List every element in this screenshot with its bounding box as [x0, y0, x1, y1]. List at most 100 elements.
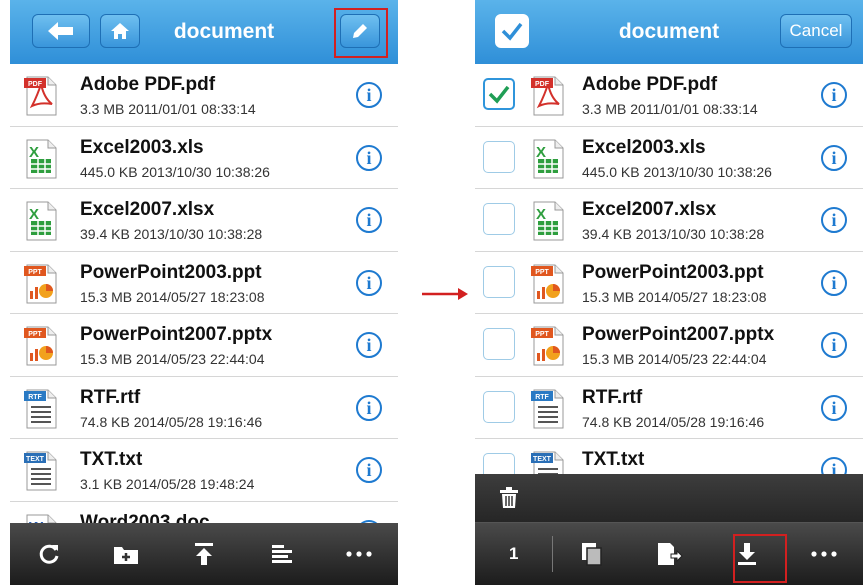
excel-file-icon: X — [24, 139, 58, 179]
copy-button[interactable] — [553, 523, 630, 585]
svg-text:TEXT: TEXT — [533, 456, 552, 463]
cancel-button[interactable]: Cancel — [780, 14, 852, 48]
select-checkbox[interactable] — [483, 78, 515, 110]
file-meta: 39.4 KB 2013/10/30 10:38:28 — [80, 226, 263, 242]
svg-text:X: X — [29, 206, 39, 223]
new-folder-button[interactable] — [88, 523, 166, 585]
file-row[interactable]: PPT PowerPoint2007.pptx 15.3 MB 2014/05/23… — [10, 314, 398, 377]
pdf-file-icon: PDF — [531, 76, 565, 116]
file-row[interactable]: PPT PowerPoint2007.pptx 15.3 MB 2014/05/23… — [475, 314, 863, 377]
file-row[interactable]: PDF Adobe PDF.pdf 3.3 MB 2011/01/01 08:33:… — [475, 64, 863, 127]
file-list: PDF Adobe PDF.pdf 3.3 MB 2011/01/01 08:33:… — [475, 64, 863, 502]
svg-text:PPT: PPT — [535, 269, 549, 276]
selected-count-label: 1 — [508, 544, 519, 563]
refresh-icon — [39, 544, 59, 564]
svg-text:X: X — [536, 144, 546, 161]
info-icon[interactable]: i — [356, 144, 382, 171]
svg-text:RTF: RTF — [28, 394, 42, 401]
file-name: Adobe PDF.pdf — [582, 74, 718, 95]
file-meta: 39.4 KB 2013/10/30 10:38:28 — [582, 226, 765, 242]
file-row[interactable]: PPT PowerPoint2003.ppt 15.3 MB 2014/05/27 … — [10, 251, 398, 314]
info-icon[interactable]: i — [356, 394, 382, 421]
file-meta: 15.3 MB 2014/05/27 18:23:08 — [80, 288, 265, 305]
file-row[interactable]: RTF RTF.rtf 74.8 KB 2014/05/28 19:16:46 i — [10, 376, 398, 439]
file-row[interactable]: RTF RTF.rtf 74.8 KB 2014/05/28 19:16:46 i — [475, 376, 863, 439]
info-icon[interactable]: i — [821, 332, 847, 358]
svg-text:X: X — [536, 206, 546, 223]
svg-text:TEXT: TEXT — [26, 456, 45, 463]
excel-file-icon: X — [24, 201, 58, 241]
file-name: TXT.txt — [582, 449, 645, 470]
file-name: Adobe PDF.pdf — [80, 74, 216, 95]
sort-button[interactable] — [243, 523, 321, 585]
info-icon[interactable]: i — [821, 269, 847, 296]
ppt-file-icon: PPT — [531, 326, 565, 366]
select-checkbox[interactable] — [483, 140, 515, 173]
file-name: PowerPoint2003.ppt — [80, 261, 262, 283]
upload-button[interactable] — [165, 523, 243, 585]
svg-text:X: X — [29, 144, 39, 161]
file-name: PowerPoint2007.pptx — [582, 324, 775, 345]
file-row[interactable]: X Excel2003.xls 445.0 KB 2013/10/30 10:38:… — [10, 126, 398, 189]
info-icon[interactable]: i — [821, 82, 847, 108]
move-button[interactable] — [631, 523, 708, 585]
transition-arrow-icon — [422, 288, 468, 300]
file-meta: 15.3 MB 2014/05/23 22:44:04 — [582, 351, 767, 367]
svg-text:PDF: PDF — [535, 81, 550, 88]
refresh-button[interactable] — [10, 523, 88, 585]
info-icon[interactable]: i — [821, 207, 847, 233]
ppt-file-icon: PPT — [24, 326, 58, 366]
select-checkbox[interactable] — [483, 390, 515, 423]
file-meta: 445.0 KB 2013/10/30 10:38:26 — [582, 163, 772, 180]
select-checkbox[interactable] — [483, 265, 515, 298]
checkmark-icon — [488, 85, 510, 104]
delete-button[interactable] — [495, 484, 523, 512]
info-icon[interactable]: i — [356, 82, 382, 108]
ppt-file-icon: PPT — [24, 264, 58, 304]
info-icon[interactable]: i — [356, 332, 382, 358]
file-list: PDF Adobe PDF.pdf 3.3 MB 2011/01/01 08:33:… — [10, 64, 398, 564]
info-icon[interactable]: i — [356, 269, 382, 296]
info-icon[interactable]: i — [356, 207, 382, 233]
selection-action-bar — [475, 474, 863, 523]
svg-text:PDF: PDF — [28, 81, 43, 88]
file-name: Excel2003.xls — [582, 136, 706, 158]
file-row[interactable]: X Excel2003.xls 445.0 KB 2013/10/30 10:38:… — [475, 126, 863, 189]
trash-icon — [500, 487, 518, 508]
nav-bar: document Cancel — [475, 0, 863, 64]
select-checkbox[interactable] — [483, 328, 515, 360]
file-name: RTF.rtf — [80, 386, 141, 408]
file-name: Excel2007.xlsx — [80, 199, 215, 220]
info-icon[interactable]: i — [821, 144, 847, 171]
file-meta: 445.0 KB 2013/10/30 10:38:26 — [80, 163, 270, 180]
info-icon[interactable]: i — [821, 394, 847, 421]
info-icon[interactable]: i — [356, 457, 382, 483]
more-button[interactable] — [320, 523, 398, 585]
file-name: Excel2007.xlsx — [582, 199, 717, 220]
select-checkbox[interactable] — [483, 203, 515, 235]
bottom-toolbar — [10, 523, 398, 585]
sort-icon — [271, 545, 292, 563]
svg-text:RTF: RTF — [535, 394, 549, 401]
file-row[interactable]: TEXT TXT.txt 3.1 KB 2014/05/28 19:48:24 i — [10, 439, 398, 502]
file-meta: 15.3 MB 2014/05/27 18:23:08 — [582, 288, 767, 305]
file-row[interactable]: PDF Adobe PDF.pdf 3.3 MB 2011/01/01 08:33:… — [10, 64, 398, 127]
download-button-highlight — [733, 534, 787, 583]
file-row[interactable]: X Excel2007.xlsx 39.4 KB 2013/10/30 10:38:… — [475, 189, 863, 252]
file-browser-screen: document PDF Adobe PDF.pdf 3.3 MB 2011/01/… — [10, 0, 398, 585]
file-meta: 74.8 KB 2014/05/28 19:16:46 — [80, 413, 263, 430]
excel-file-icon: X — [531, 201, 565, 241]
svg-text:PPT: PPT — [28, 331, 42, 338]
pdf-file-icon: PDF — [24, 76, 58, 116]
edit-button-highlight — [334, 8, 388, 58]
file-name: RTF.rtf — [582, 386, 643, 408]
file-select-screen: document Cancel PDF Adobe PDF.pdf 3.3 MB 2… — [475, 0, 863, 585]
file-meta: 3.1 KB 2014/05/28 19:48:24 — [80, 476, 255, 492]
excel-file-icon: X — [531, 139, 565, 179]
more-button[interactable] — [786, 523, 863, 585]
file-row[interactable]: PPT PowerPoint2003.ppt 15.3 MB 2014/05/27 … — [475, 251, 863, 314]
rtf-file-icon: RTF — [531, 389, 565, 429]
txt-file-icon: TEXT — [24, 451, 58, 491]
more-icon — [811, 551, 837, 557]
file-row[interactable]: X Excel2007.xlsx 39.4 KB 2013/10/30 10:38:… — [10, 189, 398, 252]
